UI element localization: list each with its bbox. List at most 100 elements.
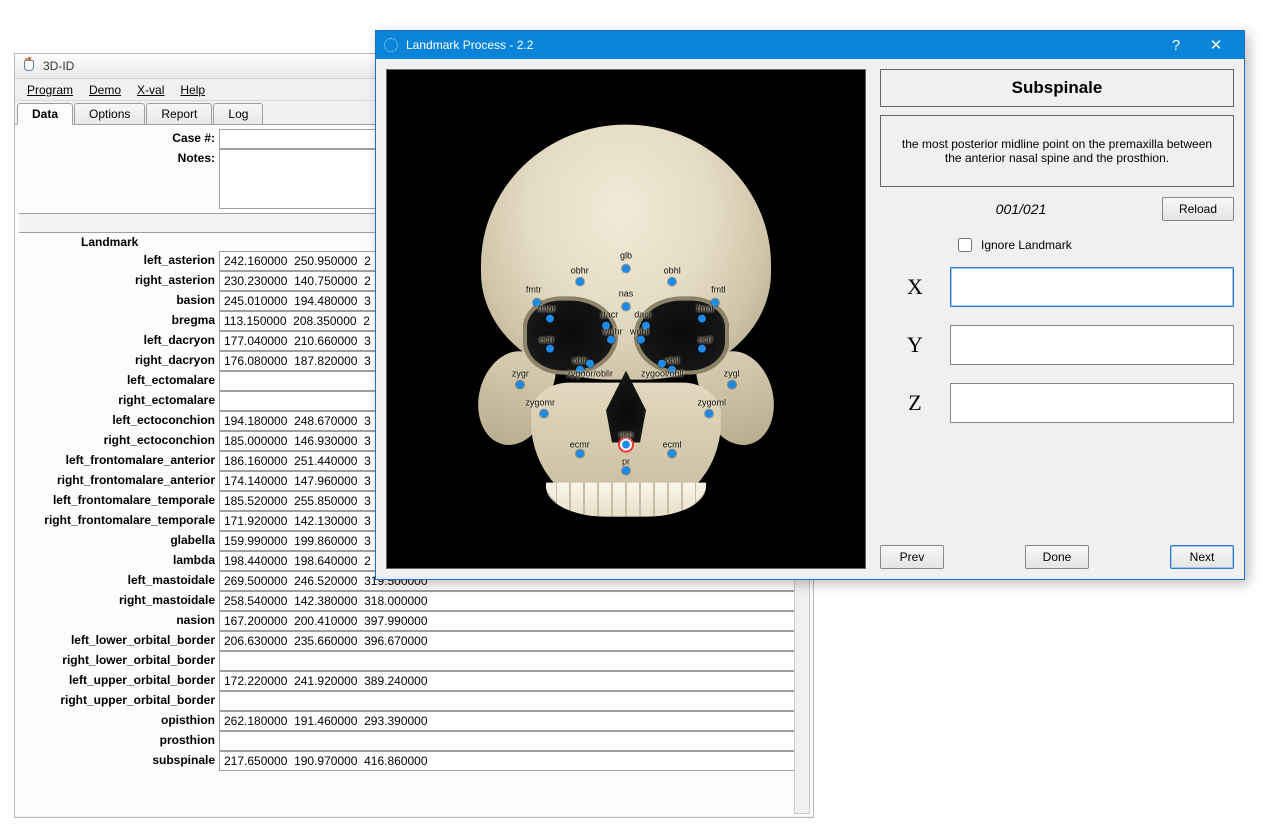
menu-demo[interactable]: Demo [81, 81, 129, 99]
landmark-point-ectr[interactable] [546, 344, 554, 352]
landmark-point-glb[interactable] [622, 265, 630, 273]
landmark-name-label: nasion [19, 611, 219, 631]
landmark-value-input[interactable] [219, 711, 809, 731]
ignore-landmark-checkbox[interactable] [958, 238, 972, 252]
landmark-row: right_mastoidale [19, 591, 809, 611]
prev-button[interactable]: Prev [880, 545, 944, 569]
dialog-app-icon [384, 38, 398, 52]
landmark-point-obhl[interactable] [668, 277, 676, 285]
landmark-name-label: right_frontomalare_temporale [19, 511, 219, 531]
landmark-row: right_lower_orbital_border [19, 651, 809, 671]
landmark-name-label: right_upper_orbital_border [19, 691, 219, 711]
next-button[interactable]: Next [1170, 545, 1234, 569]
landmark-point-zygr[interactable] [516, 380, 524, 388]
landmark-point-ssp[interactable] [622, 441, 630, 449]
landmark-row: nasion [19, 611, 809, 631]
landmark-name-label: right_ectoconchion [19, 431, 219, 451]
landmark-point-dacr[interactable] [602, 321, 610, 329]
landmark-value-input[interactable] [219, 751, 809, 771]
landmark-name-label: subspinale [19, 751, 219, 771]
landmark-name-label: left_asterion [19, 251, 219, 271]
landmark-row: left_upper_orbital_border [19, 671, 809, 691]
menu-xval[interactable]: X-val [129, 81, 172, 99]
dialog-title: Landmark Process - 2.2 [406, 38, 1156, 52]
landmark-point-wnhl[interactable] [637, 336, 645, 344]
landmark-name-label: left_ectomalare [19, 371, 219, 391]
landmark-name-heading: Subspinale [880, 69, 1234, 107]
dialog-right-panel: Subspinale the most posterior midline po… [880, 69, 1234, 569]
landmark-point-dacl[interactable] [642, 321, 650, 329]
landmark-description: the most posterior midline point on the … [880, 115, 1234, 187]
landmark-point-ectl[interactable] [698, 344, 706, 352]
y-label: Y [880, 332, 950, 358]
landmark-row: opisthion [19, 711, 809, 731]
tab-data[interactable]: Data [17, 103, 73, 125]
landmark-value-input[interactable] [219, 671, 809, 691]
landmark-row: prosthion [19, 731, 809, 751]
landmark-value-input[interactable] [219, 591, 809, 611]
landmark-point-wnhr[interactable] [607, 336, 615, 344]
landmark-name-label: left_lower_orbital_border [19, 631, 219, 651]
java-icon [21, 58, 37, 74]
landmark-point-nas[interactable] [622, 302, 630, 310]
landmark-point-fmtl[interactable] [711, 298, 719, 306]
landmark-name-label: right_ectomalare [19, 391, 219, 411]
landmark-point-zygool_obll[interactable] [658, 359, 666, 367]
ignore-landmark-label: Ignore Landmark [981, 238, 1072, 252]
reload-button[interactable]: Reload [1162, 197, 1234, 221]
landmark-point-obhr[interactable] [576, 277, 584, 285]
skull-image-panel[interactable]: glbobhrobhlfmtrfmtlfmarfmalnasdacrdaclwn… [386, 69, 866, 569]
landmark-name-label: basion [19, 291, 219, 311]
z-label: Z [880, 390, 950, 416]
landmark-name-label: right_lower_orbital_border [19, 651, 219, 671]
menu-help[interactable]: Help [172, 81, 213, 99]
landmark-point-fmal[interactable] [698, 315, 706, 323]
landmark-point-fmtr[interactable] [533, 298, 541, 306]
dialog-title-bar[interactable]: Landmark Process - 2.2 ? ✕ [376, 31, 1244, 59]
skull-illustration: glbobhrobhlfmtrfmtlfmarfmalnasdacrdaclwn… [461, 101, 791, 521]
landmark-name-label: prosthion [19, 731, 219, 751]
landmark-point-oblr[interactable] [576, 365, 584, 373]
landmark-point-obll[interactable] [668, 365, 676, 373]
menu-program[interactable]: Program [19, 81, 81, 99]
landmark-value-input[interactable] [219, 691, 809, 711]
y-input[interactable] [950, 325, 1234, 365]
case-label: Case #: [19, 129, 219, 147]
landmark-name-label: left_frontomalare_temporale [19, 491, 219, 511]
landmark-name-label: left_mastoidale [19, 571, 219, 591]
landmark-point-zygoml[interactable] [705, 409, 713, 417]
landmark-point-ecmr[interactable] [576, 449, 584, 457]
landmark-value-input[interactable] [219, 651, 809, 671]
landmark-value-input[interactable] [219, 731, 809, 751]
landmark-point-zygl[interactable] [728, 380, 736, 388]
landmark-name-label: opisthion [19, 711, 219, 731]
landmark-name-label: left_frontomalare_anterior [19, 451, 219, 471]
landmark-name-label: glabella [19, 531, 219, 551]
landmark-name-label: lambda [19, 551, 219, 571]
landmark-point-ecml[interactable] [668, 449, 676, 457]
x-input[interactable] [950, 267, 1234, 307]
landmark-value-input[interactable] [219, 631, 809, 651]
landmark-name-label: right_dacryon [19, 351, 219, 371]
landmark-point-zygoor_oblir[interactable] [586, 359, 594, 367]
tab-options[interactable]: Options [74, 103, 145, 124]
ignore-landmark-row[interactable]: Ignore Landmark [954, 235, 1234, 255]
landmark-row: right_upper_orbital_border [19, 691, 809, 711]
landmark-point-zygomr[interactable] [540, 409, 548, 417]
main-window-title: 3D-ID [43, 59, 74, 73]
notes-label: Notes: [19, 149, 219, 167]
tab-log[interactable]: Log [213, 103, 263, 124]
z-input[interactable] [950, 383, 1234, 423]
landmark-name-label: bregma [19, 311, 219, 331]
landmark-value-input[interactable] [219, 611, 809, 631]
dialog-close-button[interactable]: ✕ [1196, 36, 1236, 54]
done-button[interactable]: Done [1025, 545, 1089, 569]
landmark-name-label: left_dacryon [19, 331, 219, 351]
progress-counter: 001/021 [880, 201, 1162, 217]
x-label: X [880, 274, 950, 300]
landmark-point-fmar[interactable] [546, 315, 554, 323]
landmark-row: subspinale [19, 751, 809, 771]
tab-report[interactable]: Report [146, 103, 212, 124]
dialog-help-button[interactable]: ? [1156, 37, 1196, 54]
landmark-point-pr[interactable] [622, 466, 630, 474]
